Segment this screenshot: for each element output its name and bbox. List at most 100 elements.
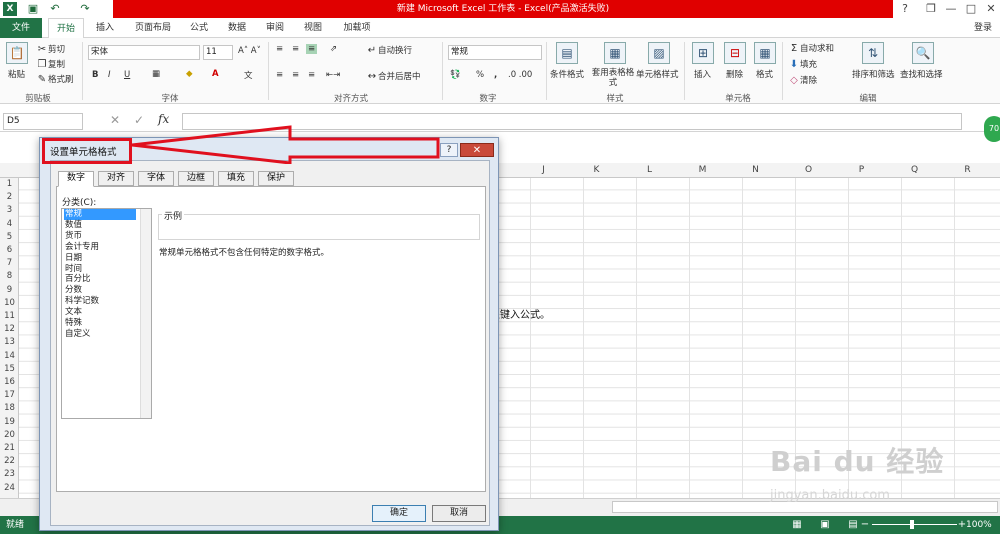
insert-cells-icon[interactable]: ⊞ xyxy=(692,42,714,64)
cancel-entry-icon[interactable]: ✕ xyxy=(110,113,120,127)
autosum-button[interactable]: Σ 自动求和 xyxy=(788,42,834,55)
row-header-cell[interactable]: 6 xyxy=(0,244,19,257)
row-header-cell[interactable]: 9 xyxy=(0,284,19,297)
column-header-cell[interactable]: Q xyxy=(888,163,941,178)
dialog-close-button[interactable]: ✕ xyxy=(460,143,494,157)
fill-color-icon[interactable]: ◆ xyxy=(186,69,193,79)
tab-insert[interactable]: 插入 xyxy=(90,18,120,38)
align-top-icon[interactable]: ≡ xyxy=(276,44,283,54)
column-header-cell[interactable]: N xyxy=(729,163,782,178)
table-format-icon[interactable]: ▦ xyxy=(604,42,626,64)
orientation-icon[interactable]: ⇗ xyxy=(330,44,337,54)
align-center-icon[interactable]: ≡ xyxy=(292,70,299,80)
column-header-cell[interactable]: J xyxy=(517,163,570,178)
font-size-combo[interactable]: 11 xyxy=(203,45,233,60)
align-right-icon[interactable]: ≡ xyxy=(308,70,315,80)
column-header-cell[interactable]: K xyxy=(570,163,623,178)
cut-button[interactable]: ✂ 剪切 xyxy=(36,43,65,56)
italic-button[interactable]: I xyxy=(108,70,111,80)
column-header-cell[interactable]: M xyxy=(676,163,729,178)
row-header-cell[interactable]: 20 xyxy=(0,429,19,442)
find-select-button[interactable]: 查找和选择 xyxy=(900,68,943,80)
category-item[interactable]: 科学记数 xyxy=(64,296,136,307)
column-header-cell[interactable]: P xyxy=(835,163,888,178)
tab-data[interactable]: 数据 xyxy=(222,18,252,38)
row-header-cell[interactable]: 21 xyxy=(0,442,19,455)
indent-icon[interactable]: ⇤⇥ xyxy=(326,70,340,80)
category-item[interactable]: 货币 xyxy=(64,231,136,242)
tab-fill[interactable]: 填充 xyxy=(218,171,254,186)
page-layout-view-icon[interactable]: ▣ xyxy=(818,519,832,531)
row-header-cell[interactable]: 19 xyxy=(0,416,19,429)
row-header-cell[interactable]: 23 xyxy=(0,468,19,481)
help-icon[interactable]: ? xyxy=(896,2,914,16)
row-header-cell[interactable]: 13 xyxy=(0,336,19,349)
format-cells-icon[interactable]: ▦ xyxy=(754,42,776,64)
tab-view[interactable]: 视图 xyxy=(298,18,328,38)
bold-button[interactable]: B xyxy=(92,70,98,80)
category-item[interactable]: 时间 xyxy=(64,264,136,275)
row-header-cell[interactable]: 24 xyxy=(0,482,19,495)
zoom-out-icon[interactable]: − xyxy=(858,519,872,531)
cell-styles-button[interactable]: 单元格样式 xyxy=(636,68,679,80)
normal-view-icon[interactable]: ▦ xyxy=(790,519,804,531)
align-bottom-icon[interactable]: ≡ xyxy=(306,44,318,54)
font-color-icon[interactable]: A xyxy=(212,69,219,79)
row-header-cell[interactable]: 1 xyxy=(0,178,19,191)
tab-font[interactable]: 字体 xyxy=(138,171,174,186)
ok-button[interactable]: 确定 xyxy=(372,505,426,522)
phonetic-icon[interactable]: 文 xyxy=(244,69,253,81)
sort-filter-button[interactable]: 排序和筛选 xyxy=(852,68,895,80)
borders-icon[interactable]: ▦ xyxy=(152,69,160,79)
merge-center-button[interactable]: ↔ 合并后居中 xyxy=(366,70,421,83)
tab-file[interactable]: 文件 xyxy=(0,18,42,38)
category-item[interactable]: 常规 xyxy=(64,209,136,220)
tab-number[interactable]: 数字 xyxy=(58,171,94,187)
format-painter-button[interactable]: ✎ 格式刷 xyxy=(36,73,74,86)
row-header-cell[interactable]: 4 xyxy=(0,218,19,231)
column-header-cell[interactable]: O xyxy=(782,163,835,178)
category-item[interactable]: 特殊 xyxy=(64,318,136,329)
comma-button[interactable]: , xyxy=(494,70,497,80)
row-header-cell[interactable]: 15 xyxy=(0,363,19,376)
save-icon[interactable]: ▣ xyxy=(26,2,40,16)
tab-border[interactable]: 边框 xyxy=(178,171,214,186)
login-link[interactable]: 登录 xyxy=(968,18,998,38)
category-item[interactable]: 自定义 xyxy=(64,329,136,340)
tab-formulas[interactable]: 公式 xyxy=(184,18,214,38)
copy-button[interactable]: ❐ 复制 xyxy=(36,58,66,71)
row-header-cell[interactable]: 18 xyxy=(0,402,19,415)
category-item[interactable]: 日期 xyxy=(64,253,136,264)
tab-addins[interactable]: 加载项 xyxy=(336,18,378,38)
paste-button[interactable]: 粘贴 xyxy=(8,68,25,80)
format-cells-button[interactable]: 格式 xyxy=(756,68,773,80)
table-format-button[interactable]: 套用表格格式 xyxy=(590,68,636,88)
cell-styles-icon[interactable]: ▨ xyxy=(648,42,670,64)
column-header-cell[interactable]: R xyxy=(941,163,994,178)
category-item[interactable]: 分数 xyxy=(64,285,136,296)
row-header-cell[interactable]: 17 xyxy=(0,389,19,402)
restore-button[interactable]: □ xyxy=(962,2,980,16)
row-header-cell[interactable]: 2 xyxy=(0,191,19,204)
wrap-text-button[interactable]: ↵ 自动换行 xyxy=(366,44,412,57)
undo-icon[interactable]: ↶ xyxy=(48,2,62,16)
row-header-cell[interactable]: 8 xyxy=(0,270,19,283)
cancel-button[interactable]: 取消 xyxy=(432,505,486,522)
decimal-icon[interactable]: .0 .00 xyxy=(508,70,532,80)
row-header-cell[interactable]: 10 xyxy=(0,297,19,310)
category-item[interactable]: 会计专用 xyxy=(64,242,136,253)
align-middle-icon[interactable]: ≡ xyxy=(292,44,299,54)
row-header-cell[interactable]: 3 xyxy=(0,204,19,217)
row-header-cell[interactable]: 11 xyxy=(0,310,19,323)
currency-icon[interactable]: 💱 xyxy=(450,70,461,80)
tab-page-layout[interactable]: 页面布局 xyxy=(128,18,178,38)
tab-alignment[interactable]: 对齐 xyxy=(98,171,134,186)
font-name-combo[interactable]: 宋体 xyxy=(88,45,200,60)
name-box[interactable]: D5 xyxy=(3,113,83,130)
paste-icon[interactable]: 📋 xyxy=(6,42,28,64)
category-list-scrollbar[interactable] xyxy=(140,209,151,418)
align-left-icon[interactable]: ≡ xyxy=(276,70,283,80)
clear-button[interactable]: ◇ 清除 xyxy=(788,74,817,87)
row-header-cell[interactable]: 12 xyxy=(0,323,19,336)
percent-button[interactable]: % xyxy=(476,70,484,80)
